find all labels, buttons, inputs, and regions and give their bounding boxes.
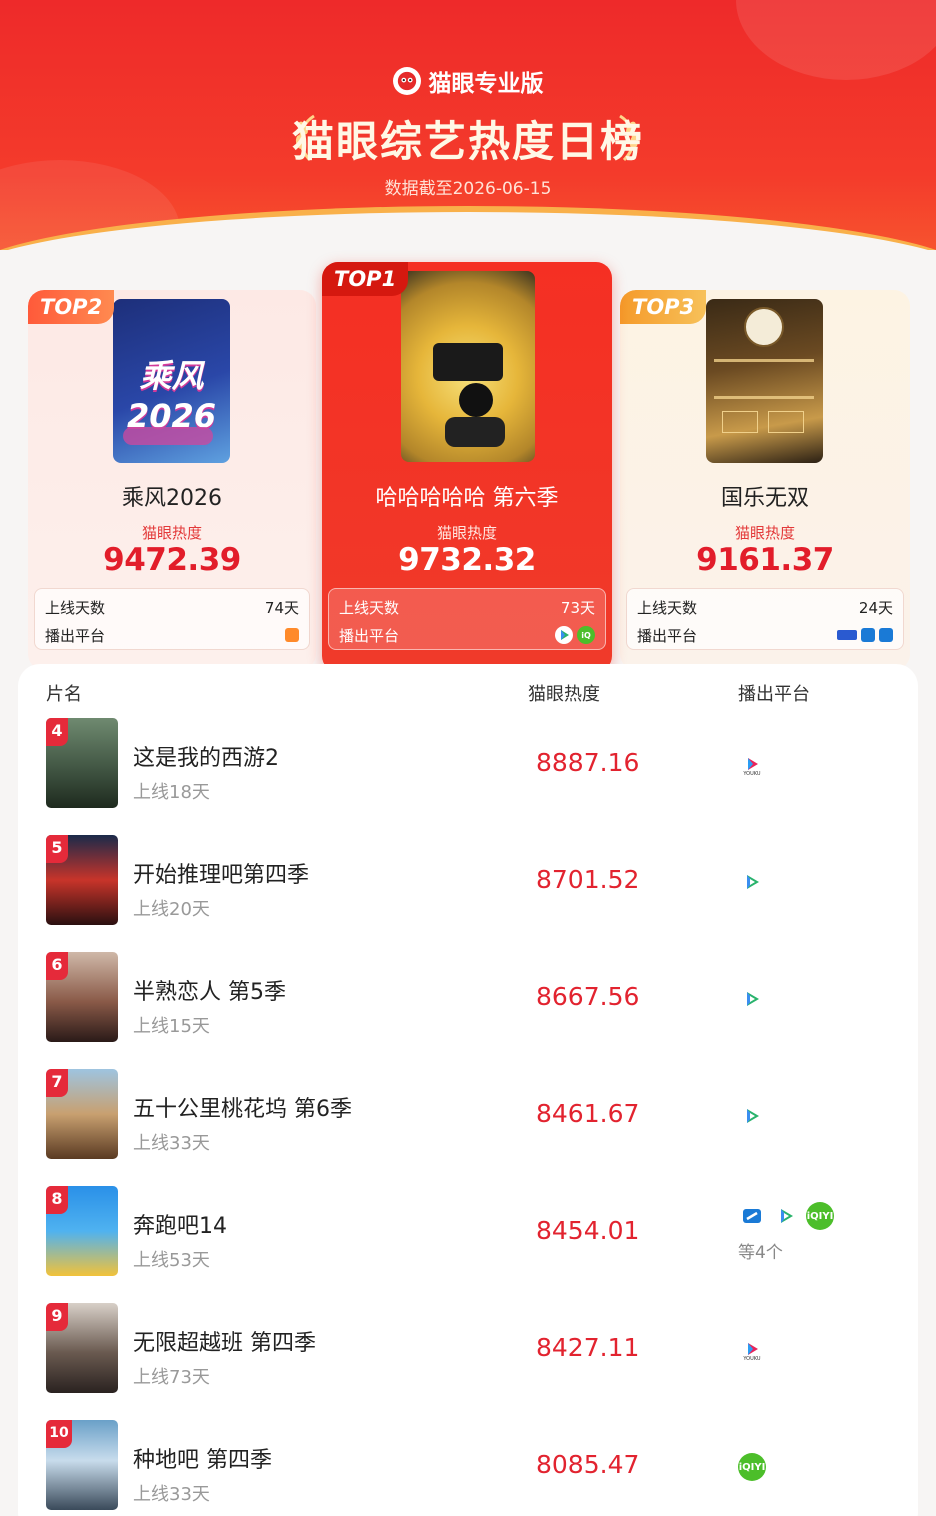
page: 猫眼专业版 猫眼综艺热度日榜 数据截至2026-06-15 乘风 2026 TO… [0, 0, 936, 1516]
table-row[interactable]: 6 半熟恋人 第5季 上线15天 8667.56 [18, 952, 918, 1069]
heat-label: 猫眼热度 [141, 524, 202, 542]
info-box: 上线天数 73天 播出平台 iQ [328, 588, 606, 650]
show-days: 上线15天 [133, 1016, 210, 1037]
table-row[interactable]: 9 无限超越班 第四季 上线73天 8427.11 YOUKU [18, 1303, 918, 1420]
table-row[interactable]: 8 奔跑吧14 上线53天 8454.01 iQIYI 等4个 [18, 1186, 918, 1303]
mango-tv-icon [285, 628, 299, 642]
show-name: 奔跑吧14 [133, 1214, 227, 1239]
table-row[interactable]: 4 这是我的西游2 上线18天 8887.16 YOUKU [18, 718, 918, 835]
ranking-list: 片名 猫眼热度 播出平台 4 这是我的西游2 上线18天 8887.16 YOU… [18, 664, 918, 1516]
top3-poster [706, 299, 823, 463]
rank-badge: 8 [46, 1186, 68, 1214]
show-name: 五十公里桃花坞 第6季 [133, 1097, 352, 1122]
days-label: 上线天数 [339, 598, 400, 617]
rank-badge: 5 [46, 835, 68, 863]
board-title: 猫眼综艺热度日榜 [291, 117, 644, 166]
top2-poster: 乘风 2026 [113, 299, 230, 463]
tencent-video-icon [738, 985, 766, 1013]
show-heat: 8887.16 [536, 748, 640, 777]
youku-icon: YOUKU [738, 1336, 766, 1364]
info-box: 上线天数 74天 播出平台 [34, 588, 310, 650]
show-name: 无限超越班 第四季 [133, 1331, 316, 1356]
show-name: 这是我的西游2 [133, 746, 279, 771]
show-name: 开始推理吧第四季 [133, 863, 310, 888]
show-heat: 8701.52 [536, 865, 640, 894]
days-label: 上线天数 [45, 598, 106, 617]
cctv6-icon [837, 630, 857, 640]
rank-badge: 4 [46, 718, 68, 746]
show-days: 上线73天 [133, 1367, 210, 1388]
show-heat: 8667.56 [536, 982, 640, 1011]
days-value: 73天 [560, 598, 595, 617]
table-row[interactable]: 5 开始推理吧第四季 上线20天 8701.52 [18, 835, 918, 952]
poster-title: 乘风 2026 [126, 357, 217, 435]
rank-badge: 6 [46, 952, 68, 980]
col-name: 片名 [46, 684, 82, 705]
heat-value: 9161.37 [696, 542, 834, 578]
youku-icon: YOUKU [738, 751, 766, 779]
show-title: 乘风2026 [122, 486, 222, 511]
show-heat: 8461.67 [536, 1099, 640, 1128]
show-name: 种地吧 第四季 [133, 1448, 272, 1473]
days-value: 24天 [858, 598, 893, 617]
heat-value: 9732.32 [398, 542, 536, 578]
heat-label: 猫眼热度 [436, 524, 497, 542]
svg-text:YOUKU: YOUKU [742, 1356, 761, 1361]
top1-poster [401, 271, 535, 462]
show-heat: 8427.11 [536, 1333, 640, 1362]
iqiyi-icon: iQIYI [806, 1202, 834, 1230]
maoyan-logo-icon [392, 67, 421, 95]
show-days: 上线33天 [133, 1133, 210, 1154]
list-header: 片名 猫眼热度 播出平台 [18, 680, 918, 710]
svg-text:YOUKU: YOUKU [742, 771, 761, 776]
heat-value: 9472.39 [103, 542, 241, 578]
show-days: 上线53天 [133, 1250, 210, 1271]
iqiyi-icon: iQIYI [738, 1453, 766, 1481]
col-platform: 播出平台 [738, 684, 810, 705]
rank-tag: TOP3 [620, 290, 707, 324]
top2-card[interactable]: 乘风 2026 TOP2 乘风2026 猫眼热度 9472.39 上线天数 74天… [28, 290, 316, 670]
show-name: 半熟恋人 第5季 [133, 980, 286, 1005]
rank-tag: TOP1 [322, 262, 409, 296]
table-row[interactable]: 10 种地吧 第四季 上线33天 8085.47 iQIYI [18, 1420, 918, 1516]
col-heat: 猫眼热度 [528, 684, 600, 705]
rank-tag: TOP2 [28, 290, 115, 324]
platform-label: 播出平台 [45, 626, 106, 645]
tencent-video-icon [738, 1102, 766, 1130]
days-value: 74天 [264, 598, 299, 617]
show-title: 哈哈哈哈哈 第六季 [375, 486, 559, 511]
show-title: 国乐无双 [720, 486, 809, 511]
tencent-video-icon [555, 626, 573, 644]
iqiyi-icon: iQ [577, 626, 595, 644]
show-days: 上线20天 [133, 899, 210, 920]
heat-label: 猫眼热度 [734, 524, 795, 542]
show-heat: 8085.47 [536, 1450, 640, 1479]
show-days: 上线18天 [133, 782, 210, 803]
tencent-video-icon [772, 1202, 800, 1230]
platform-label: 播出平台 [637, 626, 698, 645]
zhejiang-tv-icon [879, 628, 893, 642]
platform-more[interactable]: 等4个 [738, 1238, 783, 1263]
top1-card[interactable]: TOP1 哈哈哈哈哈 第六季 猫眼热度 9732.32 上线天数 73天 播出平台… [322, 262, 612, 672]
platform-label: 播出平台 [339, 626, 400, 645]
table-row[interactable]: 7 五十公里桃花坞 第6季 上线33天 8461.67 [18, 1069, 918, 1186]
show-heat: 8454.01 [536, 1216, 640, 1245]
brand: 猫眼专业版 [0, 64, 936, 98]
zhejiang-tv-icon [738, 1202, 766, 1230]
rank-badge: 10 [46, 1420, 72, 1448]
top3-card[interactable]: TOP3 国乐无双 猫眼热度 9161.37 上线天数 24天 播出平台 [620, 290, 910, 670]
rank-badge: 9 [46, 1303, 68, 1331]
info-box: 上线天数 24天 播出平台 [626, 588, 904, 650]
show-days: 上线33天 [133, 1484, 210, 1505]
days-label: 上线天数 [637, 598, 698, 617]
tencent-video-icon [738, 868, 766, 896]
brand-name: 猫眼专业版 [428, 71, 544, 97]
zhejiang-tv-icon [861, 628, 875, 642]
data-date: 数据截至2026-06-15 [384, 179, 552, 199]
rank-badge: 7 [46, 1069, 68, 1097]
